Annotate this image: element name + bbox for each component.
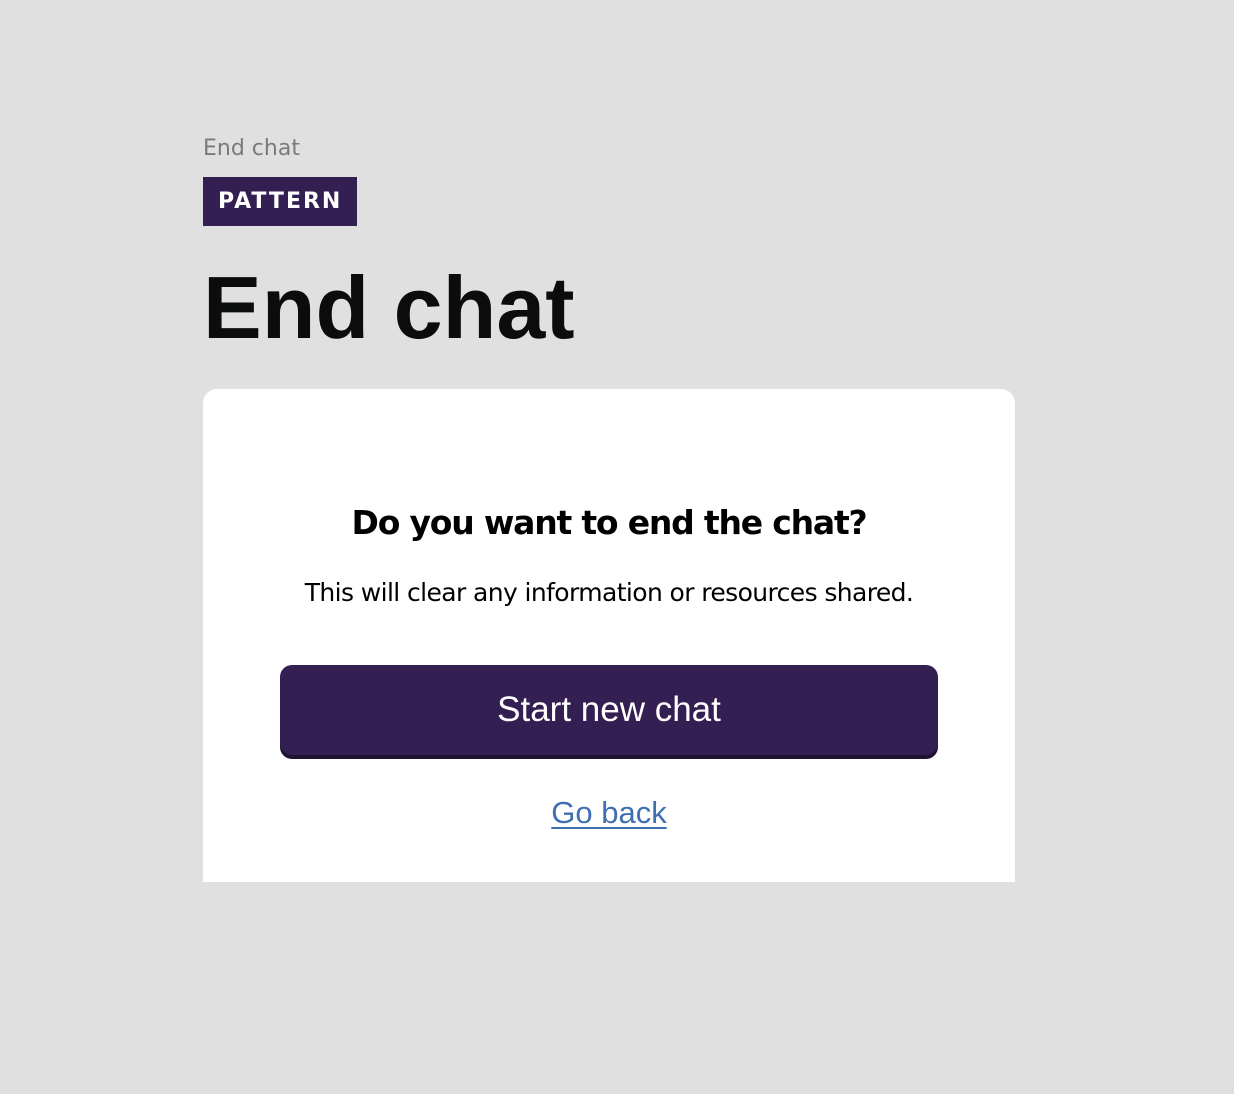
- breadcrumb: End chat: [203, 136, 300, 161]
- page-title: End chat: [203, 258, 575, 357]
- pattern-tag: PATTERN: [203, 177, 358, 226]
- end-chat-dialog-card: Do you want to end the chat? This will c…: [203, 389, 1015, 882]
- start-new-chat-button[interactable]: Start new chat: [280, 665, 938, 755]
- go-back-link-container: Go back: [203, 793, 1015, 833]
- dialog-heading: Do you want to end the chat?: [351, 503, 868, 542]
- dialog-body-text: This will clear any information or resou…: [304, 578, 914, 607]
- go-back-link[interactable]: Go back: [551, 795, 666, 830]
